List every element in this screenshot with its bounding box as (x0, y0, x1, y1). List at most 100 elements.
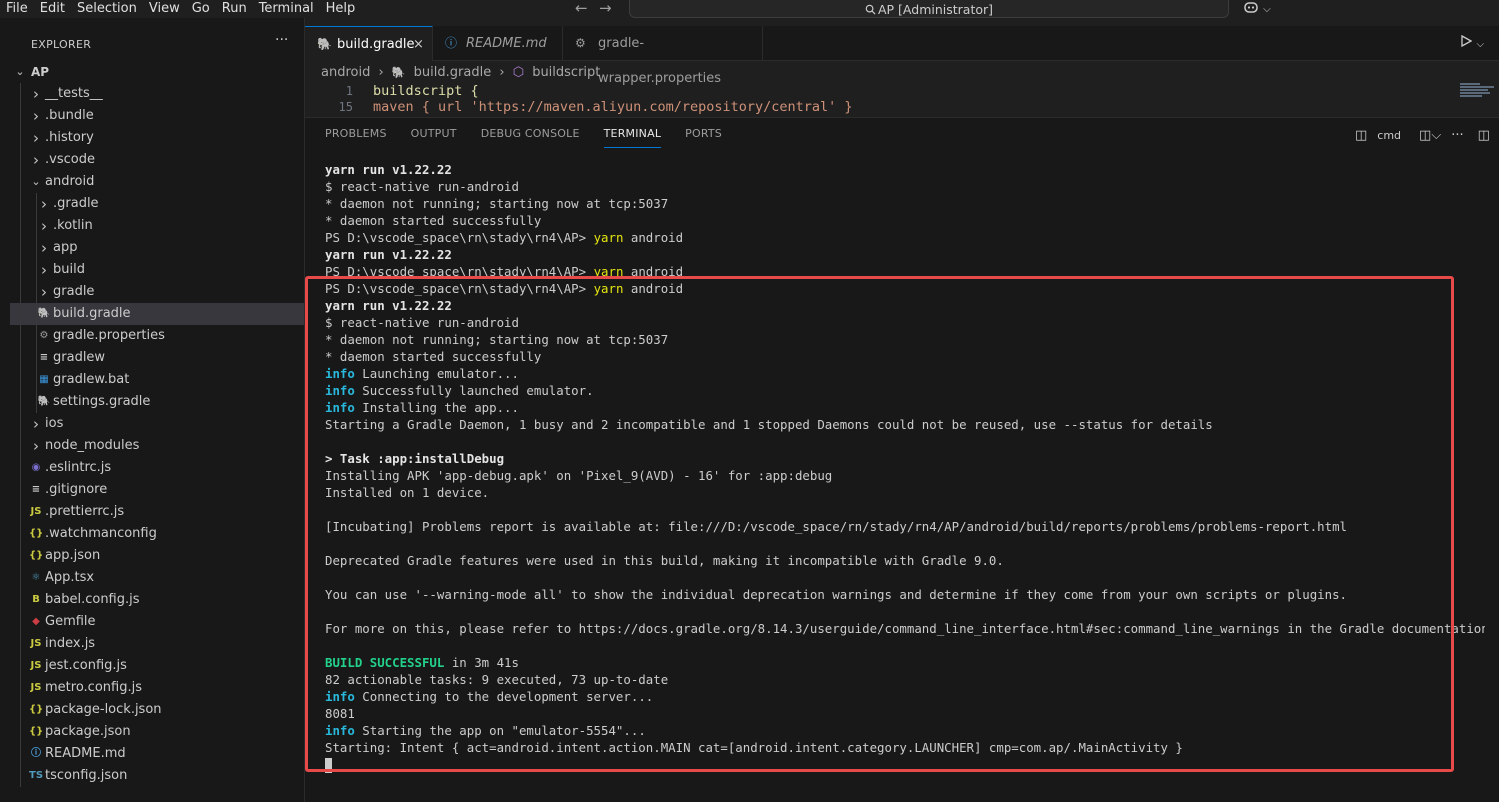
tab-terminal[interactable]: TERMINAL (603, 126, 662, 148)
terminal-text: BUILD SUCCESSFUL (325, 655, 445, 670)
copilot-icon (1244, 2, 1258, 13)
tree-item[interactable]: › __tests__ (10, 83, 304, 105)
tree-item[interactable]: {} package.json (10, 721, 304, 743)
terminal-line: info Launching emulator... (325, 365, 1485, 382)
tree-item[interactable]: › .history (10, 127, 304, 149)
terminal-line: [Incubating] Problems report is availabl… (325, 518, 1485, 535)
json-icon: {} (29, 528, 44, 539)
tree-root-label: AP (31, 65, 50, 79)
tree-item-label: gradlew.bat (53, 372, 130, 387)
indent-guide (20, 83, 21, 105)
menu-terminal[interactable]: Terminal (253, 0, 320, 18)
tree-item[interactable]: JS jest.config.js (10, 655, 304, 677)
tree-item[interactable]: › gradle (10, 281, 304, 303)
menu-file[interactable]: File (0, 0, 34, 18)
menu-run[interactable]: Run (216, 0, 253, 18)
breadcrumb-file[interactable]: build.gradle (414, 65, 492, 80)
copilot-button[interactable]: ⌵ (1243, 0, 1271, 18)
gradle-icon: 🐘 (37, 396, 51, 407)
close-icon[interactable]: × (413, 27, 424, 62)
tree-item[interactable]: JS .prettierrc.js (10, 501, 304, 523)
tree-item[interactable]: JS index.js (10, 633, 304, 655)
terminal-line: For more on this, please refer to https:… (325, 620, 1485, 637)
tree-item[interactable]: ⚙ gradle.properties (10, 325, 304, 347)
tree-item-label: settings.gradle (53, 394, 151, 409)
tree-item[interactable]: ⚛ App.tsx (10, 567, 304, 589)
tree-item[interactable]: › .bundle (10, 105, 304, 127)
tree-item[interactable]: ≡ gradlew (10, 347, 304, 369)
gradle-icon: 🐘 (391, 66, 406, 79)
indent-guide (20, 743, 21, 765)
breadcrumb-symbol[interactable]: buildscript (532, 65, 600, 80)
tree-item[interactable]: › .gradle (10, 193, 304, 215)
indent-guide (20, 655, 21, 677)
back-arrow-icon[interactable]: ← (575, 0, 588, 18)
tree-item[interactable]: ⌄ android (10, 171, 304, 193)
tab-debug-console[interactable]: DEBUG CONSOLE (481, 126, 580, 148)
terminal-prompt-line (325, 756, 1485, 773)
menu-go[interactable]: Go (186, 0, 216, 18)
split-terminal-icon[interactable]: ◫⌵ (1419, 128, 1441, 143)
play-icon (1461, 34, 1473, 48)
command-center[interactable]: AP [Administrator] (629, 0, 1229, 18)
tree-item[interactable]: ≡ .gitignore (10, 479, 304, 501)
chevron-right-icon: › (33, 129, 39, 147)
more-actions-icon[interactable]: ··· (1451, 128, 1463, 143)
terminal-output[interactable]: yarn run v1.22.22 $ react-native run-andr… (325, 161, 1485, 773)
tab-problems[interactable]: PROBLEMS (325, 126, 387, 148)
tree-item[interactable]: 🐘 build.gradle (10, 303, 304, 325)
terminal-shell-label[interactable]: cmd (1377, 129, 1401, 142)
tree-root-ap[interactable]: ⌄ AP (10, 61, 304, 83)
tree-item-label: package.json (45, 724, 131, 739)
tree-item[interactable]: › .kotlin (10, 215, 304, 237)
menu-help[interactable]: Help (320, 0, 362, 18)
terminal-line: info Connecting to the development serve… (325, 688, 1485, 705)
tree-item[interactable]: {} .watchmanconfig (10, 523, 304, 545)
run-button[interactable]: ⌵ (1460, 34, 1484, 51)
tree-item[interactable]: › .vscode (10, 149, 304, 171)
tree-item[interactable]: ◆ Gemfile (10, 611, 304, 633)
tree-item[interactable]: {} package-lock.json (10, 699, 304, 721)
tree-item[interactable]: ◉ .eslintrc.js (10, 457, 304, 479)
tree-item[interactable]: ⓘ README.md (10, 743, 304, 765)
menu-view[interactable]: View (143, 0, 186, 18)
tree-item[interactable]: 🐘 settings.gradle (10, 391, 304, 413)
tree-item-label: gradle.properties (53, 328, 165, 343)
tree-item[interactable]: {} app.json (10, 545, 304, 567)
tree-item[interactable]: › node_modules (10, 435, 304, 457)
tree-item[interactable]: ▦ gradlew.bat (10, 369, 304, 391)
tree-item[interactable]: TS tsconfig.json (10, 765, 304, 787)
tab-ports[interactable]: PORTS (685, 126, 722, 148)
terminal-line: info Installing the app... (325, 399, 1485, 416)
windows-icon: ▦ (39, 374, 49, 385)
terminal-text: * daemon started successfully (325, 213, 542, 228)
breadcrumb-folder[interactable]: android (321, 65, 370, 80)
tree-item[interactable]: › app (10, 237, 304, 259)
more-actions-icon[interactable]: ··· (275, 32, 288, 48)
tab-gradle-wrapper-properties[interactable]: ⚙ gradle-wrapper.properties (563, 26, 763, 86)
code-editor[interactable]: 1 buildscript { 15 maven { url 'https://… (305, 83, 1455, 116)
chevron-right-icon: › (33, 85, 39, 103)
indent-guide (20, 325, 21, 347)
tab-readme[interactable]: ⓘ README.md (433, 26, 563, 61)
tree-item[interactable]: Bbabel.config.js (10, 589, 304, 611)
tree-item[interactable]: › ios (10, 413, 304, 435)
chevron-right-icon: › (33, 437, 39, 455)
indent-guide (20, 347, 21, 369)
tab-output[interactable]: OUTPUT (411, 126, 457, 148)
tree-item[interactable]: JS metro.config.js (10, 677, 304, 699)
menu-selection[interactable]: Selection (71, 0, 143, 18)
panel-tabs: PROBLEMS OUTPUT DEBUG CONSOLE TERMINAL P… (325, 126, 746, 148)
title-bar: File Edit Selection View Go Run Terminal Help ←… (0, 0, 1499, 18)
split-panel-icon[interactable]: ◫ (1478, 128, 1490, 143)
minimap[interactable] (1460, 83, 1496, 113)
forward-arrow-icon[interactable]: → (599, 0, 612, 18)
tree-item[interactable]: › build (10, 259, 304, 281)
tab-build-gradle[interactable]: 🐘 build.gradle × (305, 26, 433, 61)
terminal-line: > Task :app:installDebug (325, 450, 1485, 467)
menu-edit[interactable]: Edit (34, 0, 71, 18)
terminal-text: 82 actionable tasks: 9 executed, 73 up-t… (325, 672, 669, 687)
tree-item-label: app (53, 240, 78, 255)
